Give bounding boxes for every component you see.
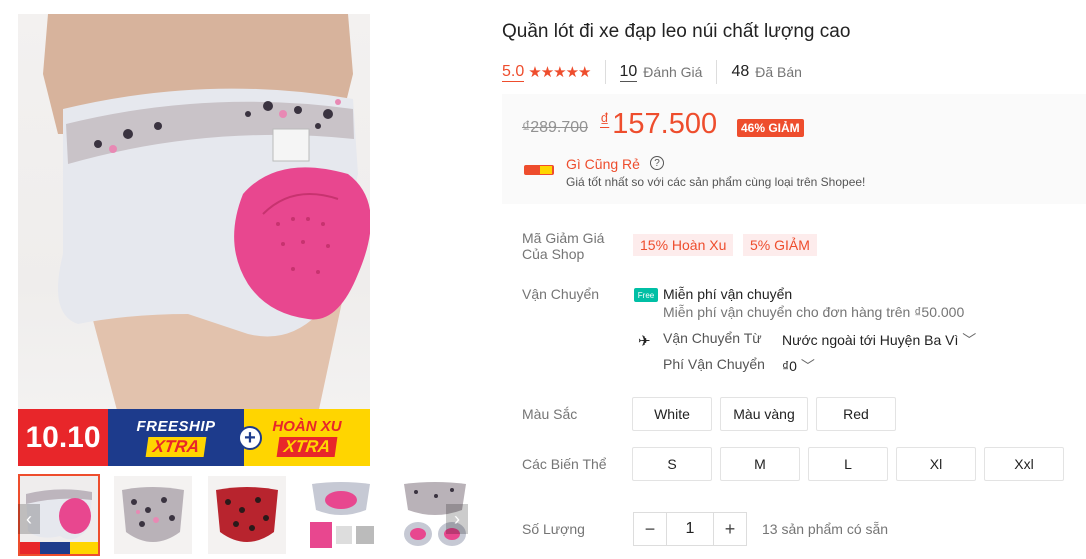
chevron-down-icon: ﹀ (962, 332, 977, 348)
plane-icon: ✈ (638, 333, 651, 350)
color-label: Màu Sắc (522, 406, 578, 422)
cheap-title[interactable]: Gì Cũng Rẻ (566, 156, 640, 172)
banner-freeship-label: FREESHIP (136, 418, 216, 435)
thumbnail-prev-button[interactable]: ‹ (18, 504, 40, 534)
cheap-logo-icon (524, 165, 554, 175)
chevron-down-icon: ﹀ (800, 358, 815, 374)
sold-label: Đã Bán (755, 64, 802, 80)
product-page: 10.10 FREESHIP XTRA HOÀN XU XTRA + ‹ › Q… (0, 0, 1086, 559)
current-price: ₫ 157.500 (600, 108, 717, 141)
thumbnail-3-image (208, 476, 286, 554)
product-title: Quần lót đi xe đạp leo núi chất lượng ca… (502, 21, 851, 42)
shipping-label: Vận Chuyển (522, 286, 600, 302)
underwear-illustration (43, 14, 370, 414)
discount-badge: 46% GIẢM (737, 119, 804, 137)
banner-freeship: FREESHIP XTRA (108, 409, 244, 466)
ship-fee-dropdown[interactable]: ₫0 ﹀ (782, 356, 815, 376)
banner-date: 10.10 (18, 409, 108, 466)
promo-banner: 10.10 FREESHIP XTRA HOÀN XU XTRA + (18, 409, 370, 466)
thumbnail-2[interactable] (112, 474, 194, 556)
stats-divider (604, 60, 606, 84)
stats-divider (716, 60, 718, 84)
ship-from-label: Vận Chuyển Từ (663, 330, 762, 346)
variant-option-m[interactable]: M (720, 447, 800, 481)
chevron-right-icon: › (454, 508, 460, 529)
ship-from-value: Nước ngoài tới Huyện Ba Vì (782, 332, 959, 348)
banner-plus-icon: + (238, 426, 262, 450)
sold-count: 48 (731, 63, 750, 80)
thumbnail-2-image (114, 476, 192, 554)
thumbnail-next-button[interactable]: › (446, 504, 468, 534)
reviews-label: Đánh Giá (643, 64, 703, 80)
currency-symbol: ₫ (600, 110, 610, 130)
reviews-count[interactable]: 10 (619, 63, 638, 82)
ship-fee-label: Phí Vận Chuyển (663, 356, 765, 372)
banner-hoanxu-label: HOÀN XU (272, 418, 342, 435)
thumbnail-4[interactable] (300, 474, 382, 556)
variant-option-xxl[interactable]: Xxl (984, 447, 1064, 481)
quantity-decrease-button[interactable]: − (634, 513, 666, 545)
free-shipping-icon: Free (634, 288, 658, 302)
quantity-input[interactable]: 1 (666, 513, 714, 545)
rating-value[interactable]: 5.0 (502, 63, 525, 82)
product-main-image[interactable]: 10.10 FREESHIP XTRA HOÀN XU XTRA + (18, 14, 370, 466)
color-option-yellow[interactable]: Màu vàng (720, 397, 808, 431)
color-option-red[interactable]: Red (816, 397, 896, 431)
voucher-label: Mã Giảm Giá Của Shop (522, 230, 605, 262)
variant-option-l[interactable]: L (808, 447, 888, 481)
quantity-stepper: − 1 + (633, 512, 747, 546)
thumbnail-3[interactable] (206, 474, 288, 556)
stock-available: 13 sản phẩm có sẵn (762, 521, 889, 537)
thumbnail-4-image (302, 476, 380, 554)
original-price: ₫289.700 (522, 119, 589, 136)
banner-freeship-xtra: XTRA (145, 437, 207, 457)
quantity-increase-button[interactable]: + (714, 513, 746, 545)
voucher-2[interactable]: 5% GIẢM (743, 234, 817, 256)
ship-from-dropdown[interactable]: Nước ngoài tới Huyện Ba Vì ﹀ (782, 330, 976, 350)
chevron-left-icon: ‹ (26, 508, 32, 529)
voucher-1[interactable]: 15% Hoàn Xu (633, 234, 734, 256)
rating-stars-icon: ★★★★★ (528, 64, 591, 81)
variant-label: Các Biến Thể (522, 456, 607, 472)
ship-fee-value: ₫0 (782, 358, 797, 374)
cheap-subtitle: Giá tốt nhất so với các sản phẩm cùng lo… (566, 175, 866, 189)
quantity-label: Số Lượng (522, 521, 585, 537)
product-stats: 5.0 ★★★★★ 10 Đánh Giá 48 Đã Bán (502, 60, 802, 84)
color-option-white[interactable]: White (632, 397, 712, 431)
banner-hoanxu: HOÀN XU XTRA (244, 409, 370, 466)
banner-hoanxu-xtra: XTRA (276, 437, 338, 457)
help-icon[interactable]: ? (650, 156, 664, 170)
variant-option-s[interactable]: S (632, 447, 712, 481)
price-section: ₫289.700 ₫ 157.500 46% GIẢM Gì Cũng Rẻ ? … (502, 94, 1086, 204)
free-shipping-subtitle: Miễn phí vận chuyển cho đơn hàng trên ₫5… (663, 304, 965, 320)
variant-option-xl[interactable]: Xl (896, 447, 976, 481)
free-shipping-title: Miễn phí vận chuyển (663, 286, 793, 302)
thumbnail-strip: ‹ › (18, 474, 476, 558)
current-price-value: 157.500 (612, 108, 718, 140)
